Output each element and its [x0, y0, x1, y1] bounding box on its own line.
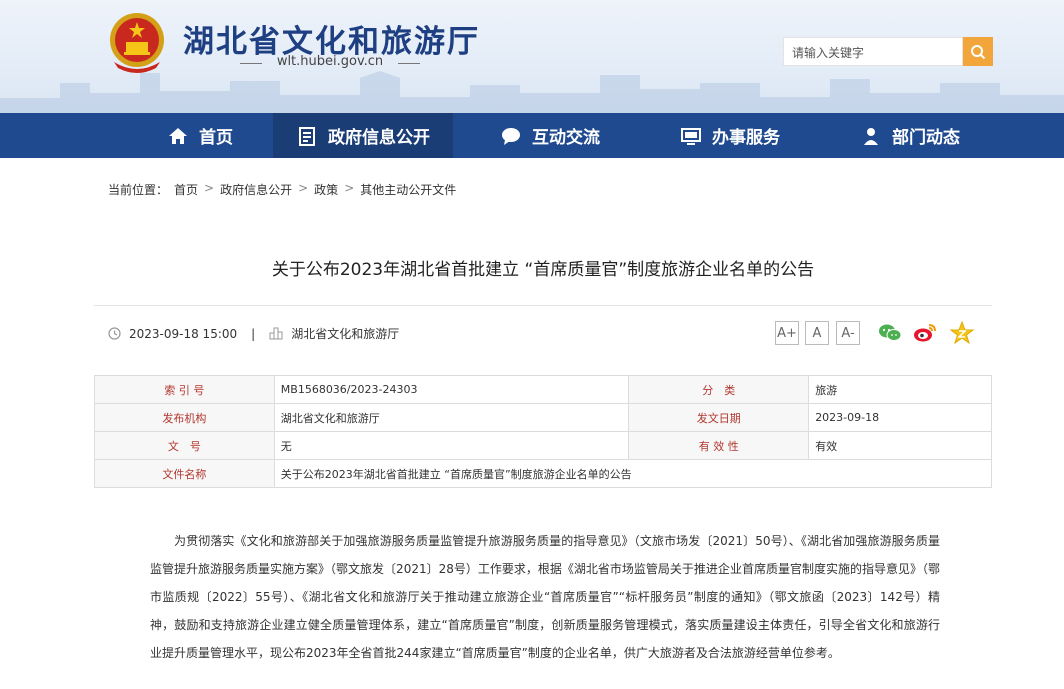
nav-label-home: 首页 [199, 128, 233, 148]
search-icon [971, 44, 986, 59]
breadcrumb-item-other-docs[interactable]: 其他主动公开文件 [360, 181, 456, 198]
nav-item-interaction[interactable]: 互动交流 [475, 113, 625, 158]
person-icon [864, 127, 878, 145]
national-emblem-icon [110, 13, 164, 73]
table-row: 文 号 无 有 效 性 有效 [94, 431, 992, 460]
document-info-table: 索 引 号 MB1568036/2023-24303 分 类 旅游 发布机构 湖… [94, 375, 993, 488]
main-nav: 首页 政府信息公开 互动交流 办事服务 部门动态 [0, 113, 1064, 158]
info-value-publisher: 湖北省文化和旅游厅 [273, 403, 630, 432]
nav-item-services[interactable]: 办事服务 [655, 113, 805, 158]
meta-divider: | [251, 326, 256, 341]
font-size-default-button[interactable]: A [805, 321, 829, 345]
breadcrumb-item-gov-info[interactable]: 政府信息公开 [220, 181, 292, 198]
info-value-doc-name: 关于公布2023年湖北省首批建立 “首席质量官”制度旅游企业名单的公告 [273, 459, 993, 488]
nav-label-gov-info: 政府信息公开 [328, 128, 430, 148]
site-header: 湖北省文化和旅游厅 wlt.hubei.gov.cn 请输入关键字 [0, 0, 1064, 113]
favorite-star-icon[interactable] [949, 320, 975, 346]
info-value-index: MB1568036/2023-24303 [273, 375, 630, 404]
divider-top [94, 305, 992, 306]
article-title: 关于公布2023年湖北省首批建立 “首席质量官”制度旅游企业名单的公告 [271, 260, 815, 280]
document-icon [299, 126, 315, 146]
info-value-doc-number: 无 [273, 431, 630, 460]
article-source: 湖北省文化和旅游厅 [291, 327, 400, 341]
font-size-decrease-button[interactable]: A- [836, 321, 860, 345]
search-input[interactable]: 请输入关键字 [783, 37, 963, 66]
organization-icon [269, 327, 283, 340]
breadcrumb-prefix: 当前位置： [108, 183, 169, 197]
search-button[interactable] [963, 37, 993, 66]
article-meta: 2023-09-18 15:00 | 湖北省文化和旅游厅 [108, 325, 399, 342]
info-label-validity: 有 效 性 [628, 431, 810, 460]
breadcrumb: 当前位置： 首页 > 政府信息公开 > 政策 > 其他主动公开文件 [108, 181, 456, 198]
home-icon [169, 127, 187, 144]
nav-item-dept-news[interactable]: 部门动态 [835, 113, 985, 158]
clock-icon [108, 327, 121, 340]
nav-item-home[interactable]: 首页 [130, 113, 270, 158]
info-value-issue-date: 2023-09-18 [808, 403, 992, 432]
article-body-paragraph: 为贯彻落实《文化和旅游部关于加强旅游服务质量监管提升旅游服务质量的指导意见》（文… [150, 534, 940, 660]
breadcrumb-item-home[interactable]: 首页 [174, 181, 198, 198]
table-row: 发布机构 湖北省文化和旅游厅 发文日期 2023-09-18 [94, 403, 992, 432]
breadcrumb-separator: > [344, 181, 355, 195]
nav-label-dept-news: 部门动态 [892, 128, 960, 148]
info-label-publisher: 发布机构 [94, 403, 275, 432]
info-value-validity: 有效 [808, 431, 992, 460]
chat-bubble-icon [502, 127, 520, 145]
font-size-increase-button[interactable]: A+ [775, 321, 799, 345]
info-label-category: 分 类 [628, 375, 810, 404]
breadcrumb-item-policy[interactable]: 政策 [314, 181, 338, 198]
info-label-doc-number: 文 号 [94, 431, 275, 460]
weibo-icon[interactable] [912, 320, 938, 346]
table-row: 索 引 号 MB1568036/2023-24303 分 类 旅游 [94, 375, 992, 404]
info-label-doc-name: 文件名称 [94, 459, 275, 488]
site-domain: wlt.hubei.gov.cn [240, 54, 420, 69]
breadcrumb-separator: > [298, 181, 309, 195]
nav-item-gov-info[interactable]: 政府信息公开 [273, 113, 453, 158]
info-value-category: 旅游 [808, 375, 992, 404]
wechat-icon[interactable] [877, 320, 903, 346]
monitor-icon [681, 127, 701, 145]
info-label-issue-date: 发文日期 [628, 403, 810, 432]
nav-label-services: 办事服务 [712, 128, 780, 148]
nav-label-interaction: 互动交流 [532, 128, 600, 148]
info-label-index: 索 引 号 [94, 375, 275, 404]
article-date: 2023-09-18 15:00 [129, 326, 238, 341]
table-row: 文件名称 关于公布2023年湖北省首批建立 “首席质量官”制度旅游企业名单的公告 [94, 459, 993, 488]
breadcrumb-separator: > [204, 181, 215, 195]
